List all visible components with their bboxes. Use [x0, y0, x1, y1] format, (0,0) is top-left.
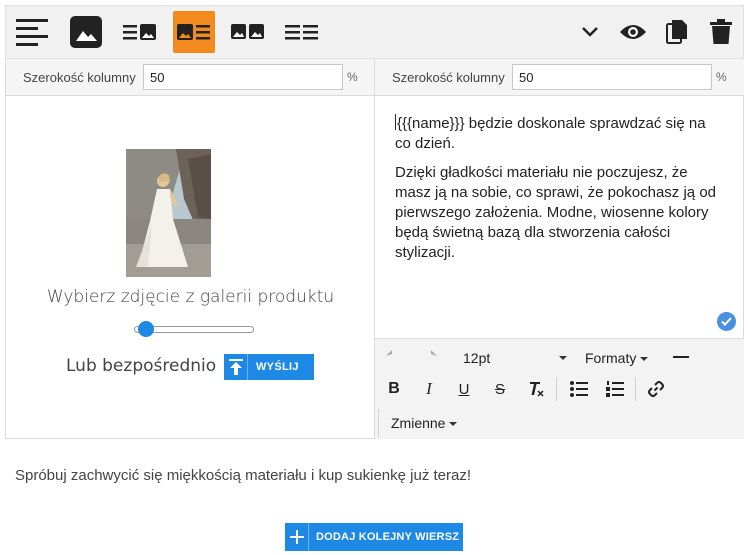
italic-icon[interactable]: I [416, 376, 442, 402]
column-width-row: Szerokość kolumny % [375, 59, 744, 96]
eye-icon[interactable] [612, 11, 654, 53]
redo-icon[interactable] [416, 344, 442, 370]
column-width-label: Szerokość kolumny [23, 70, 136, 85]
image-column: Szerokość kolumny % Wybierz zdjęcie z ga… [6, 59, 375, 439]
variables-dropdown[interactable]: Zmienne [391, 415, 458, 431]
trash-icon[interactable] [700, 11, 742, 53]
text-cursor [395, 114, 396, 130]
image-text-layout-icon[interactable] [173, 11, 215, 53]
underline-icon[interactable]: U [451, 376, 477, 402]
two-texts-layout-icon[interactable] [281, 11, 323, 53]
strikethrough-icon[interactable]: S [487, 376, 513, 402]
two-images-layout-icon[interactable] [227, 11, 269, 53]
percent-unit: % [347, 70, 358, 84]
toolbar-separator [378, 409, 379, 437]
plus-icon [285, 523, 309, 551]
product-photo[interactable] [126, 149, 211, 277]
column-width-label: Szerokość kolumny [392, 70, 505, 85]
link-icon[interactable] [643, 376, 669, 402]
editor-paragraph: {{{name}}} będzie doskonale sprawdzać si… [395, 114, 706, 152]
chevron-down-icon[interactable] [569, 11, 611, 53]
chevron-down-icon [449, 422, 458, 426]
clear-formatting-icon[interactable] [523, 376, 549, 402]
column-width-input[interactable] [143, 64, 343, 90]
upload-direct-label: Lub bezpośrednio [66, 356, 217, 376]
percent-unit: % [716, 70, 727, 84]
row-summary-text: Spróbuj zachwycić się miękkością materia… [15, 467, 472, 484]
upload-button[interactable]: WYŚLIJ [224, 354, 314, 380]
columns-container: Szerokość kolumny % Wybierz zdjęcie z ga… [5, 59, 744, 439]
column-width-row: Szerokość kolumny % [6, 59, 374, 96]
size-slider-handle[interactable] [138, 321, 154, 337]
check-circle-icon [717, 312, 736, 331]
rich-text-editor[interactable]: {{{name}}} będzie doskonale sprawdzać si… [395, 114, 725, 272]
chevron-down-icon [640, 357, 649, 361]
chevron-down-icon[interactable] [559, 356, 567, 360]
text-image-layout-icon[interactable] [119, 11, 161, 53]
add-row-label: DODAJ KOLEJNY WIERSZ [316, 531, 460, 543]
column-width-input[interactable] [512, 64, 712, 90]
bullet-list-icon[interactable] [566, 376, 592, 402]
text-align-icon[interactable] [11, 11, 53, 53]
numbered-list-icon[interactable] [602, 376, 628, 402]
bold-icon[interactable]: B [381, 376, 407, 402]
copy-icon[interactable] [656, 11, 698, 53]
image-icon[interactable] [65, 11, 107, 53]
upload-button-label: WYŚLIJ [256, 361, 299, 373]
formats-dropdown[interactable]: Formaty [585, 350, 649, 366]
pick-from-gallery-label: Wybierz zdjęcie z galerii produktu [46, 287, 335, 307]
text-column: Szerokość kolumny % {{{name}}} będzie do… [375, 59, 744, 439]
add-row-button[interactable]: DODAJ KOLEJNY WIERSZ [285, 523, 463, 551]
font-size-select[interactable]: 12pt [463, 350, 490, 366]
editor-toolbar: 12pt Formaty B I U S Zmienne [375, 338, 744, 439]
upload-icon [224, 354, 248, 380]
toolbar-separator [556, 377, 557, 401]
toolbar-separator [635, 377, 636, 401]
editor-paragraph: Dzięki gładkości materiału nie poczujesz… [395, 164, 716, 261]
undo-icon[interactable] [381, 344, 407, 370]
horizontal-line-icon[interactable] [668, 344, 694, 370]
layout-toolbar [5, 5, 744, 59]
